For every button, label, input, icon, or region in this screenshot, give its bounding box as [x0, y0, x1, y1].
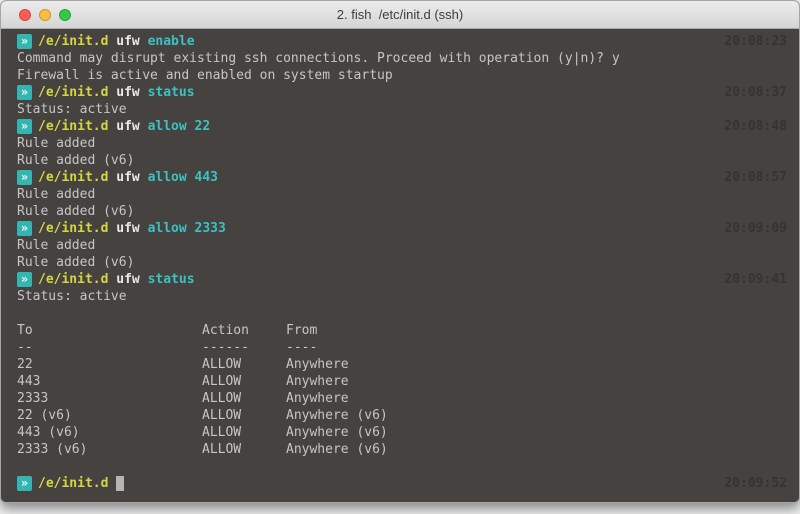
col-to: 22 (v6)	[17, 407, 202, 424]
output-line: Rule added (v6)	[17, 254, 787, 271]
col-to: 22	[17, 356, 202, 373]
prompt-line: » /e/init.d ufw status 20:09:41	[17, 271, 787, 288]
firewall-table-row: 22ALLOWAnywhere	[17, 356, 787, 373]
prompt-cwd: /e/init.d	[38, 271, 108, 288]
prompt-cwd: /e/init.d	[38, 33, 108, 50]
firewall-table-row: 443 (v6)ALLOWAnywhere (v6)	[17, 424, 787, 441]
firewall-table-row: 443ALLOWAnywhere	[17, 373, 787, 390]
command-name: ufw	[116, 271, 139, 288]
fish-prompt-icon: »	[17, 85, 32, 100]
close-button[interactable]	[19, 9, 31, 21]
firewall-table-row: 2333ALLOWAnywhere	[17, 390, 787, 407]
command-name: ufw	[116, 220, 139, 237]
command-name: ufw	[116, 33, 139, 50]
col-to: --	[17, 339, 202, 356]
col-to: 443	[17, 373, 202, 390]
prompt-cwd: /e/init.d	[38, 220, 108, 237]
terminal-cursor[interactable]	[116, 476, 124, 491]
col-from: Anywhere	[286, 357, 349, 372]
fish-prompt-icon: »	[17, 170, 32, 185]
fish-prompt-icon: »	[17, 34, 32, 49]
prompt-line: » /e/init.d 20:09:52	[17, 475, 787, 492]
prompt-line: » /e/init.d ufw enable 20:08:23	[17, 33, 787, 50]
col-to: 443 (v6)	[17, 424, 202, 441]
command-name: ufw	[116, 169, 139, 186]
right-prompt-timestamp: 20:08:23	[724, 33, 787, 50]
command-arguments: allow 443	[148, 169, 218, 186]
output-line: Rule added	[17, 186, 787, 203]
fish-prompt-icon: »	[17, 119, 32, 134]
blank-line	[17, 458, 787, 475]
terminal-window: 2. fish /etc/init.d (ssh) »/e/init.dufwe…	[0, 0, 800, 503]
window-title: 2. fish /etc/init.d (ssh)	[337, 7, 463, 22]
minimize-button[interactable]	[39, 9, 51, 21]
right-prompt-timestamp: 20:08:48	[724, 118, 787, 135]
right-prompt-timestamp: 20:09:09	[724, 220, 787, 237]
col-from: Anywhere	[286, 374, 349, 389]
col-action: ALLOW	[202, 373, 286, 390]
col-from: Anywhere (v6)	[286, 408, 388, 423]
prompt-cwd: /e/init.d	[38, 169, 108, 186]
output-line: Rule added	[17, 237, 787, 254]
command-arguments: status	[148, 84, 195, 101]
firewall-table-row: ToActionFrom	[17, 322, 787, 339]
traffic-lights	[19, 1, 71, 28]
output-line: Status: active	[17, 101, 787, 118]
prompt-line: » /e/init.d ufw allow 443 20:08:57	[17, 169, 787, 186]
command-arguments: allow 2333	[148, 220, 226, 237]
terminal-screen[interactable]: » /e/init.d ufw enable 20:08:23Command may d…	[1, 29, 799, 503]
titlebar[interactable]: 2. fish /etc/init.d (ssh)	[1, 1, 799, 29]
col-from: Anywhere	[286, 391, 349, 406]
col-from: ----	[286, 340, 317, 355]
col-action: ALLOW	[202, 424, 286, 441]
prompt-line: » /e/init.d ufw status 20:08:37	[17, 84, 787, 101]
right-prompt-timestamp: 20:08:37	[724, 84, 787, 101]
zoom-button[interactable]	[59, 9, 71, 21]
firewall-table-row: 22 (v6)ALLOWAnywhere (v6)	[17, 407, 787, 424]
output-line: Rule added	[17, 135, 787, 152]
firewall-table-row: 2333 (v6)ALLOWAnywhere (v6)	[17, 441, 787, 458]
fish-prompt-icon: »	[17, 221, 32, 236]
prompt-cwd: /e/init.d	[38, 475, 108, 492]
prompt-cwd: /e/init.d	[38, 84, 108, 101]
fish-prompt-icon: »	[17, 476, 32, 491]
col-from: From	[286, 323, 317, 338]
firewall-table-row: ------------	[17, 339, 787, 356]
col-action: ALLOW	[202, 390, 286, 407]
col-action: ------	[202, 339, 286, 356]
col-to: 2333	[17, 390, 202, 407]
col-action: Action	[202, 322, 286, 339]
command-arguments: status	[148, 271, 195, 288]
output-line: Firewall is active and enabled on system…	[17, 67, 787, 84]
command-name: ufw	[116, 84, 139, 101]
prompt-line: » /e/init.d ufw allow 22 20:08:48	[17, 118, 787, 135]
output-line: Command may disrupt existing ssh connect…	[17, 50, 787, 67]
output-line: Rule added (v6)	[17, 152, 787, 169]
fish-prompt-icon: »	[17, 272, 32, 287]
col-from: Anywhere (v6)	[286, 425, 388, 440]
command-arguments: allow 22	[148, 118, 211, 135]
output-line: Rule added (v6)	[17, 203, 787, 220]
col-action: ALLOW	[202, 407, 286, 424]
col-to: To	[17, 322, 202, 339]
right-prompt-timestamp: 20:08:57	[724, 169, 787, 186]
right-prompt-timestamp: 20:09:41	[724, 271, 787, 288]
command-name: ufw	[116, 118, 139, 135]
prompt-cwd: /e/init.d	[38, 118, 108, 135]
col-action: ALLOW	[202, 441, 286, 458]
col-action: ALLOW	[202, 356, 286, 373]
right-prompt-timestamp: 20:09:52	[724, 475, 787, 492]
prompt-line: » /e/init.d ufw allow 2333 20:09:09	[17, 220, 787, 237]
col-to: 2333 (v6)	[17, 441, 202, 458]
command-arguments: enable	[148, 33, 195, 50]
blank-line	[17, 305, 787, 322]
output-line: Status: active	[17, 288, 787, 305]
col-from: Anywhere (v6)	[286, 442, 388, 457]
